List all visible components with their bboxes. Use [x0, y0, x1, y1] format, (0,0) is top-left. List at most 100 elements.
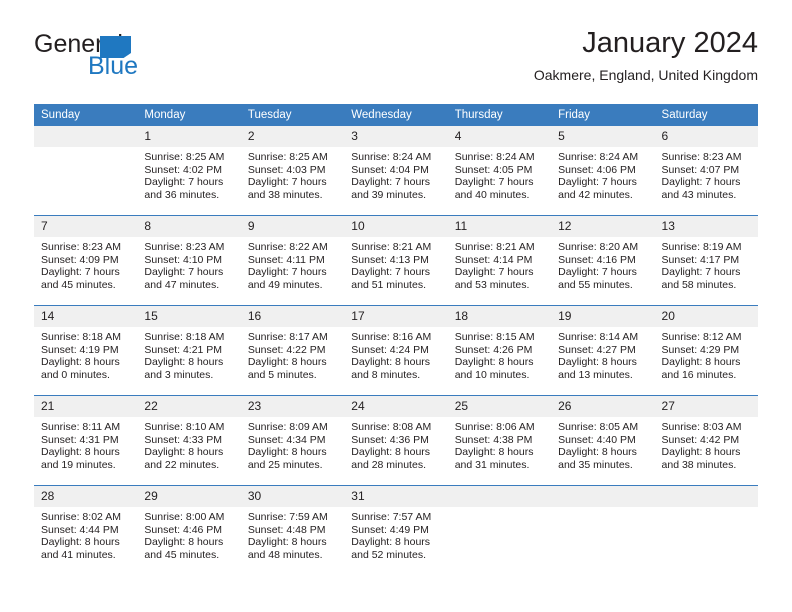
day-info: Sunrise: 8:23 AM Sunset: 4:10 PM Dayligh…	[144, 241, 225, 291]
day-info: Sunrise: 8:16 AM Sunset: 4:24 PM Dayligh…	[351, 331, 432, 381]
day-info: Sunrise: 8:08 AM Sunset: 4:36 PM Dayligh…	[351, 421, 432, 471]
day-info: Sunrise: 8:09 AM Sunset: 4:34 PM Dayligh…	[247, 421, 328, 471]
weekday-header-friday: Friday	[551, 104, 655, 126]
calendar-body: 1 Sunrise: 8:25 AM Sunset: 4:02 PM Dayli…	[34, 126, 758, 575]
day-number: 7	[34, 216, 138, 237]
day-cell[interactable]: 5 Sunrise: 8:24 AM Sunset: 4:06 PM Dayli…	[551, 126, 655, 216]
day-info: Sunrise: 7:57 AM Sunset: 4:49 PM Dayligh…	[351, 511, 432, 561]
day-info: Sunrise: 7:59 AM Sunset: 4:48 PM Dayligh…	[247, 511, 328, 561]
day-info: Sunrise: 8:03 AM Sunset: 4:42 PM Dayligh…	[661, 421, 742, 471]
page-subtitle: Oakmere, England, United Kingdom	[533, 67, 758, 83]
day-cell[interactable]: 10 Sunrise: 8:21 AM Sunset: 4:13 PM Dayl…	[344, 215, 448, 306]
day-cell[interactable]: 20 Sunrise: 8:12 AM Sunset: 4:29 PM Dayl…	[654, 305, 758, 396]
day-info: Sunrise: 8:20 AM Sunset: 4:16 PM Dayligh…	[558, 241, 639, 291]
day-number: 14	[34, 306, 138, 327]
day-info	[34, 147, 137, 151]
day-cell[interactable]: 2 Sunrise: 8:25 AM Sunset: 4:03 PM Dayli…	[240, 126, 345, 216]
page-header: General Blue January 2024 Oakmere, Engla…	[0, 0, 792, 100]
day-number: 26	[551, 396, 655, 417]
day-cell[interactable]: 13 Sunrise: 8:19 AM Sunset: 4:17 PM Dayl…	[654, 215, 758, 306]
day-cell[interactable]: 8 Sunrise: 8:23 AM Sunset: 4:10 PM Dayli…	[137, 215, 241, 306]
weekday-header-tuesday: Tuesday	[240, 104, 345, 126]
calendar-week-row: 21 Sunrise: 8:11 AM Sunset: 4:31 PM Dayl…	[34, 395, 758, 486]
day-number: 16	[240, 306, 345, 327]
day-cell[interactable]	[654, 485, 758, 575]
day-number: 22	[137, 396, 241, 417]
day-info: Sunrise: 8:21 AM Sunset: 4:14 PM Dayligh…	[454, 241, 535, 291]
day-number	[447, 486, 552, 507]
day-info: Sunrise: 8:24 AM Sunset: 4:04 PM Dayligh…	[351, 151, 432, 201]
day-cell[interactable]: 21 Sunrise: 8:11 AM Sunset: 4:31 PM Dayl…	[34, 395, 138, 486]
day-info: Sunrise: 8:06 AM Sunset: 4:38 PM Dayligh…	[454, 421, 535, 471]
day-cell[interactable]: 4 Sunrise: 8:24 AM Sunset: 4:05 PM Dayli…	[447, 126, 552, 216]
day-cell[interactable]: 18 Sunrise: 8:15 AM Sunset: 4:26 PM Dayl…	[447, 305, 552, 396]
day-cell[interactable]: 30 Sunrise: 7:59 AM Sunset: 4:48 PM Dayl…	[240, 485, 345, 575]
calendar-week-row: 14 Sunrise: 8:18 AM Sunset: 4:19 PM Dayl…	[34, 305, 758, 396]
day-number: 5	[551, 126, 655, 147]
day-cell[interactable]	[34, 126, 138, 216]
day-number: 8	[137, 216, 241, 237]
day-cell[interactable]: 7 Sunrise: 8:23 AM Sunset: 4:09 PM Dayli…	[34, 215, 138, 306]
day-info: Sunrise: 8:23 AM Sunset: 4:07 PM Dayligh…	[661, 151, 742, 201]
day-number: 4	[447, 126, 552, 147]
weekday-header-thursday: Thursday	[447, 104, 552, 126]
day-cell[interactable]: 24 Sunrise: 8:08 AM Sunset: 4:36 PM Dayl…	[344, 395, 448, 486]
day-info: Sunrise: 8:14 AM Sunset: 4:27 PM Dayligh…	[558, 331, 639, 381]
day-cell[interactable]: 9 Sunrise: 8:22 AM Sunset: 4:11 PM Dayli…	[240, 215, 345, 306]
day-info: Sunrise: 8:18 AM Sunset: 4:19 PM Dayligh…	[41, 331, 121, 381]
day-info: Sunrise: 8:25 AM Sunset: 4:02 PM Dayligh…	[144, 151, 225, 201]
day-number: 2	[240, 126, 345, 147]
calendar-page: General Blue January 2024 Oakmere, Engla…	[0, 0, 792, 612]
day-cell[interactable]: 12 Sunrise: 8:20 AM Sunset: 4:16 PM Dayl…	[551, 215, 655, 306]
day-number: 21	[34, 396, 138, 417]
day-number: 13	[654, 216, 758, 237]
day-info: Sunrise: 8:24 AM Sunset: 4:06 PM Dayligh…	[558, 151, 639, 201]
day-cell[interactable]: 25 Sunrise: 8:06 AM Sunset: 4:38 PM Dayl…	[447, 395, 552, 486]
day-number: 10	[344, 216, 448, 237]
day-info: Sunrise: 8:02 AM Sunset: 4:44 PM Dayligh…	[41, 511, 121, 561]
day-cell[interactable]: 22 Sunrise: 8:10 AM Sunset: 4:33 PM Dayl…	[137, 395, 241, 486]
calendar-container: Sunday Monday Tuesday Wednesday Thursday…	[34, 104, 758, 575]
day-cell[interactable]: 15 Sunrise: 8:18 AM Sunset: 4:21 PM Dayl…	[137, 305, 241, 396]
day-number	[551, 486, 655, 507]
weekday-header-wednesday: Wednesday	[344, 104, 448, 126]
brand-logo[interactable]: General Blue	[34, 32, 264, 88]
day-cell[interactable]: 6 Sunrise: 8:23 AM Sunset: 4:07 PM Dayli…	[654, 126, 758, 216]
day-cell[interactable]	[551, 485, 655, 575]
day-cell[interactable]: 1 Sunrise: 8:25 AM Sunset: 4:02 PM Dayli…	[137, 126, 241, 216]
day-number: 18	[447, 306, 552, 327]
day-cell[interactable]	[447, 485, 552, 575]
day-number: 24	[344, 396, 448, 417]
title-block: January 2024 Oakmere, England, United Ki…	[534, 26, 758, 84]
day-info: Sunrise: 8:22 AM Sunset: 4:11 PM Dayligh…	[247, 241, 328, 291]
day-number: 15	[137, 306, 241, 327]
day-info: Sunrise: 8:11 AM Sunset: 4:31 PM Dayligh…	[41, 421, 121, 471]
day-info: Sunrise: 8:25 AM Sunset: 4:03 PM Dayligh…	[247, 151, 328, 201]
calendar-header-row: Sunday Monday Tuesday Wednesday Thursday…	[34, 104, 758, 126]
day-number: 6	[654, 126, 758, 147]
day-cell[interactable]: 17 Sunrise: 8:16 AM Sunset: 4:24 PM Dayl…	[344, 305, 448, 396]
day-cell[interactable]: 3 Sunrise: 8:24 AM Sunset: 4:04 PM Dayli…	[344, 126, 448, 216]
day-cell[interactable]: 19 Sunrise: 8:14 AM Sunset: 4:27 PM Dayl…	[551, 305, 655, 396]
day-number: 28	[34, 486, 138, 507]
brand-name-blue: Blue	[88, 52, 139, 80]
day-info: Sunrise: 8:18 AM Sunset: 4:21 PM Dayligh…	[144, 331, 225, 381]
day-number: 19	[551, 306, 655, 327]
page-title: January 2024	[582, 27, 758, 59]
day-number: 29	[137, 486, 241, 507]
day-cell[interactable]: 16 Sunrise: 8:17 AM Sunset: 4:22 PM Dayl…	[240, 305, 345, 396]
day-cell[interactable]: 28 Sunrise: 8:02 AM Sunset: 4:44 PM Dayl…	[34, 485, 138, 575]
day-cell[interactable]: 27 Sunrise: 8:03 AM Sunset: 4:42 PM Dayl…	[654, 395, 758, 486]
day-number: 9	[240, 216, 345, 237]
day-cell[interactable]: 26 Sunrise: 8:05 AM Sunset: 4:40 PM Dayl…	[551, 395, 655, 486]
day-cell[interactable]: 31 Sunrise: 7:57 AM Sunset: 4:49 PM Dayl…	[344, 485, 448, 575]
day-cell[interactable]: 23 Sunrise: 8:09 AM Sunset: 4:34 PM Dayl…	[240, 395, 345, 486]
day-cell[interactable]: 11 Sunrise: 8:21 AM Sunset: 4:14 PM Dayl…	[447, 215, 552, 306]
day-info: Sunrise: 8:10 AM Sunset: 4:33 PM Dayligh…	[144, 421, 225, 471]
day-number: 30	[240, 486, 345, 507]
day-cell[interactable]: 14 Sunrise: 8:18 AM Sunset: 4:19 PM Dayl…	[34, 305, 138, 396]
day-cell[interactable]: 29 Sunrise: 8:00 AM Sunset: 4:46 PM Dayl…	[137, 485, 241, 575]
day-number	[654, 486, 758, 507]
day-info: Sunrise: 8:15 AM Sunset: 4:26 PM Dayligh…	[454, 331, 535, 381]
day-info: Sunrise: 8:12 AM Sunset: 4:29 PM Dayligh…	[661, 331, 742, 381]
